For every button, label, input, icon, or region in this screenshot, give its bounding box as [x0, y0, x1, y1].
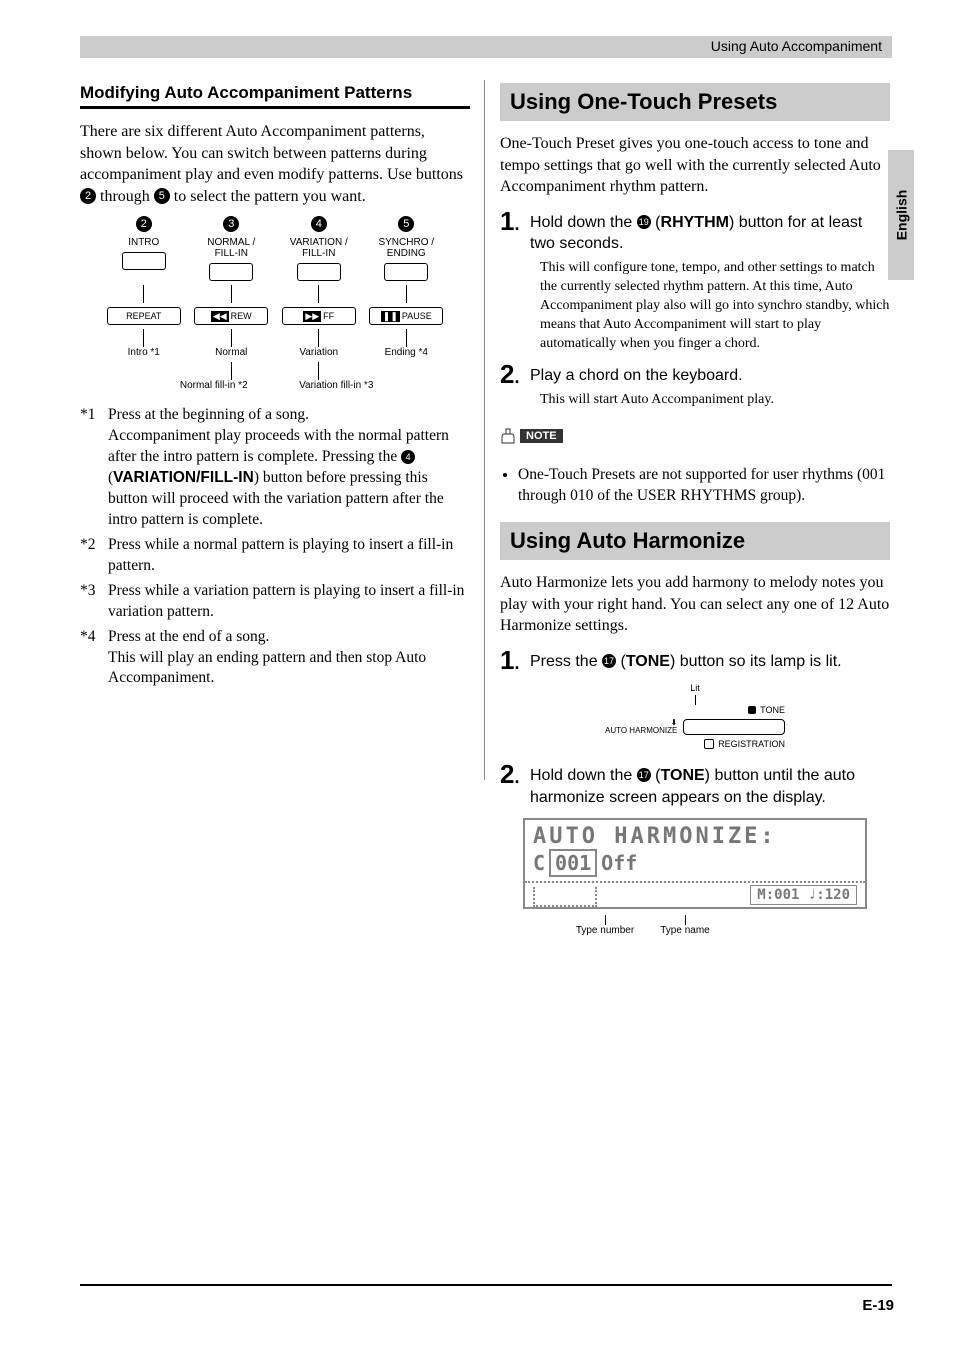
tone-diagram: Lit TONE ⬇AUTO HARMONIZE REGISTRATION [605, 683, 785, 749]
onetouch-intro: One-Touch Preset gives you one-touch acc… [500, 133, 890, 198]
onetouch-step-1-sub: This will configure tone, tempo, and oth… [540, 259, 890, 353]
section-onetouch-heading: Using One-Touch Presets [500, 83, 890, 121]
onetouch-step-1: 1. Hold down the 19 (RHYTHM) button for … [500, 208, 890, 255]
lcd-display: AUTO HARMONIZE: C 001 Off M:001 ♩:120 [523, 818, 867, 909]
left-column: Modifying Auto Accompaniment Patterns Th… [80, 75, 470, 693]
left-subheading: Modifying Auto Accompaniment Patterns [80, 83, 470, 109]
note-header: NOTE [500, 428, 563, 444]
note-icon [500, 428, 516, 444]
harmonize-intro: Auto Harmonize lets you add harmony to m… [500, 572, 890, 637]
onetouch-step-2-sub: This will start Auto Accompaniment play. [540, 391, 890, 410]
button-17-icon-2: 17 [637, 768, 651, 782]
left-intro: There are six different Auto Accompanime… [80, 121, 470, 207]
pattern-diagram: 2 3 4 5 INTRO NORMAL / FILL-IN VARIATION… [100, 217, 450, 391]
right-column: Using One-Touch Presets One-Touch Preset… [500, 75, 890, 936]
running-header-text: Using Auto Accompaniment [711, 38, 882, 54]
section-harmonize-heading: Using Auto Harmonize [500, 522, 890, 560]
harmonize-step-1: 1. Press the 17 (TONE) button so its lam… [500, 647, 890, 673]
button-5-icon: 5 [154, 188, 170, 204]
lcd-labels: Type number Type name [525, 915, 865, 936]
language-tab: English [888, 150, 914, 280]
button-2-icon: 2 [80, 188, 96, 204]
button-4-icon: 4 [401, 450, 415, 464]
harmonize-step-2: 2. Hold down the 17 (TONE) button until … [500, 761, 890, 808]
onetouch-step-2: 2. Play a chord on the keyboard. [500, 361, 890, 387]
page-number: E-19 [862, 1297, 894, 1314]
column-divider [484, 80, 485, 780]
language-tab-label: English [893, 190, 909, 241]
running-header-bar: Using Auto Accompaniment [80, 36, 892, 58]
button-19-icon: 19 [637, 215, 651, 229]
button-17-icon: 17 [602, 654, 616, 668]
footer-rule [80, 1284, 892, 1286]
footnotes: *1 Press at the beginning of a song. Acc… [80, 405, 470, 689]
note-list: One-Touch Presets are not supported for … [500, 465, 890, 507]
